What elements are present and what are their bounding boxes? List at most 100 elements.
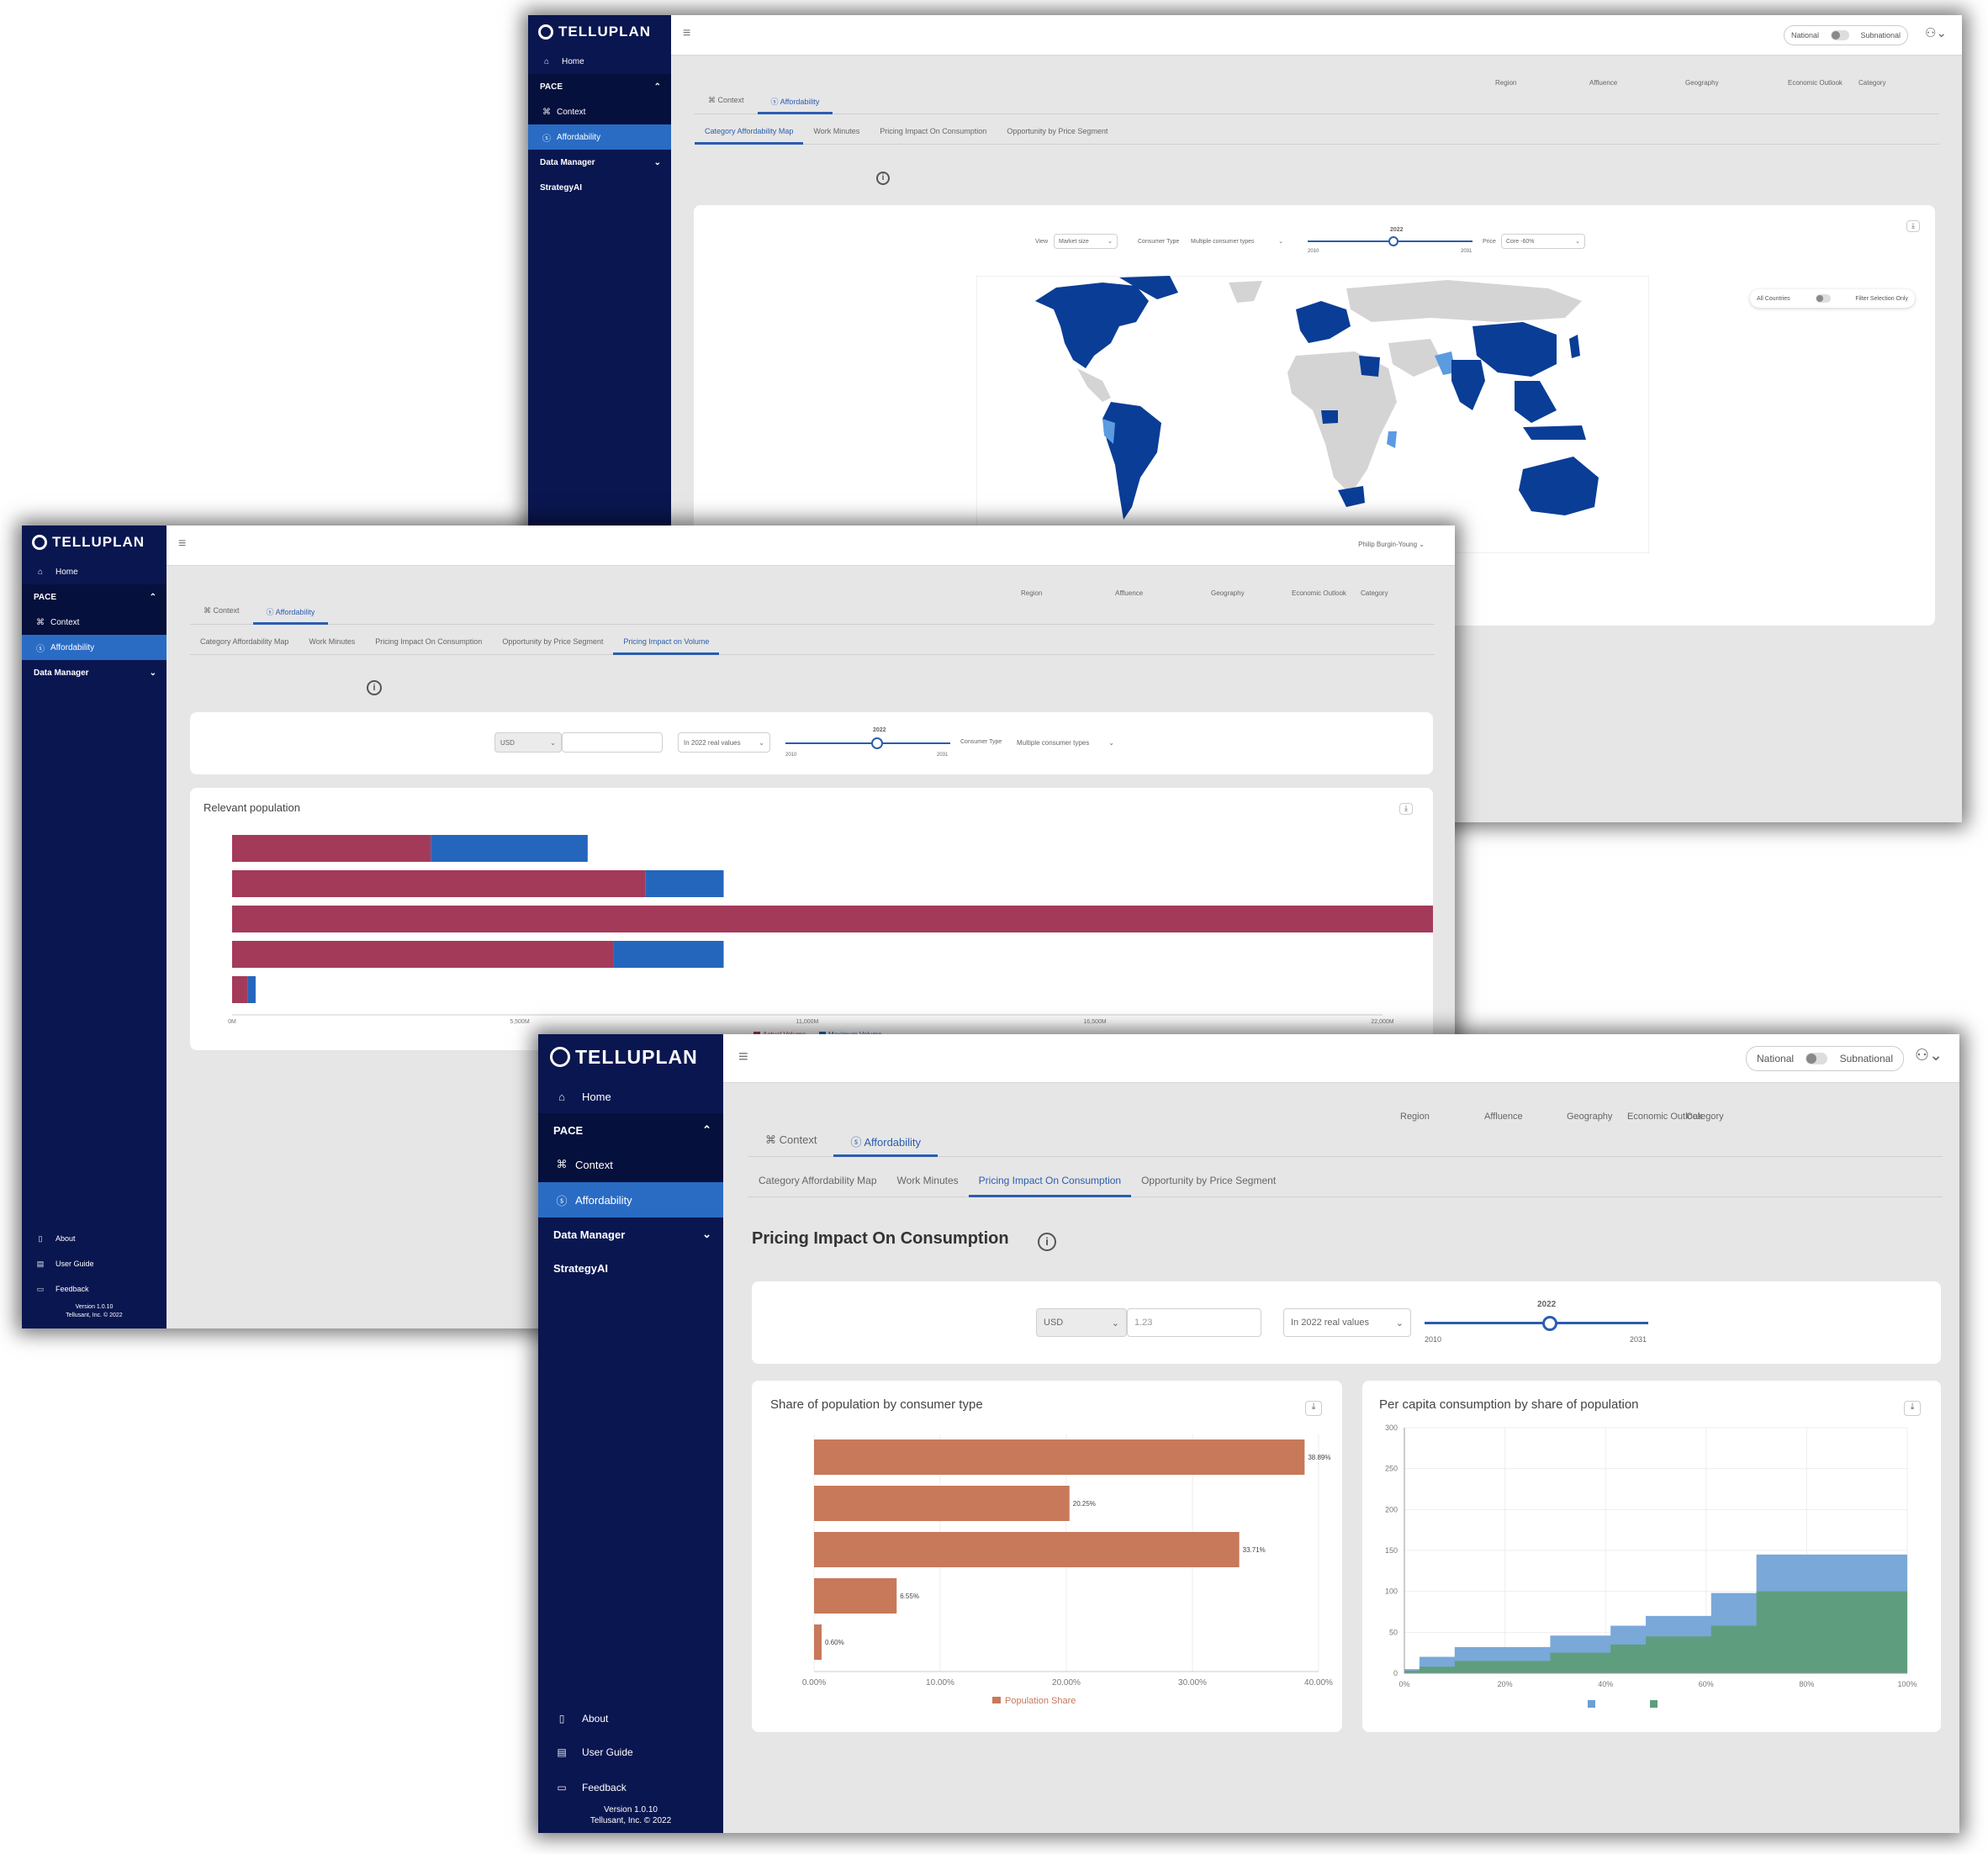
tab-context[interactable]: ⌘ Context: [748, 1123, 833, 1156]
chat-icon: ▭: [36, 1284, 45, 1293]
download-icon[interactable]: ⤓: [1906, 220, 1920, 232]
tab-pricing-impact-consumption[interactable]: Pricing Impact On Consumption: [365, 631, 492, 654]
map-egypt[interactable]: [1359, 356, 1380, 377]
home-icon: ⌂: [37, 567, 44, 577]
filter-geography[interactable]: Geography: [1211, 589, 1245, 597]
sidebar-item-user-guide[interactable]: ▤ User Guide: [538, 1737, 723, 1767]
tab-affordability[interactable]: ⓢ Affordability: [252, 600, 329, 625]
top-tabs: ⌘ Context ⓢ Affordability: [748, 1123, 1943, 1157]
y-tick-label: 200: [1385, 1505, 1398, 1513]
currency-select[interactable]: USD ⌄: [1036, 1308, 1127, 1337]
sidebar-section-pace[interactable]: PACE ⌃: [538, 1113, 723, 1147]
sidebar-item-feedback[interactable]: ▭ Feedback: [22, 1277, 167, 1301]
sidebar-item-affordability[interactable]: ⓢ Affordability: [22, 635, 167, 660]
filter-affluence[interactable]: Affluence: [1589, 79, 1617, 87]
tab-pricing-impact-volume[interactable]: Pricing Impact on Volume: [613, 631, 720, 655]
year-slider[interactable]: [1425, 1322, 1648, 1324]
x-tick-label: 20.00%: [1052, 1678, 1081, 1688]
filter-region[interactable]: Region: [1495, 79, 1516, 87]
tab-opportunity-price-segment[interactable]: Opportunity by Price Segment: [997, 121, 1118, 144]
user-icon[interactable]: ⚇⌄: [1915, 1046, 1943, 1065]
tab-work-minutes[interactable]: Work Minutes: [299, 631, 365, 654]
menu-icon[interactable]: ≡: [178, 536, 186, 552]
sidebar-item-strategyai[interactable]: StrategyAI: [528, 175, 671, 200]
national-subnational-toggle[interactable]: National Subnational: [1784, 25, 1908, 45]
tab-affordability[interactable]: ⓢ Affordability: [757, 89, 833, 114]
real-values-select[interactable]: In 2022 real values ⌄: [1283, 1308, 1411, 1337]
tab-category-affordability-map[interactable]: Category Affordability Map: [695, 121, 804, 145]
sidebar-section-data-manager[interactable]: Data Manager ⌄: [538, 1218, 723, 1251]
sidebar-item-about[interactable]: ▯ About: [538, 1703, 723, 1734]
sidebar-item-context[interactable]: ⌘ Context: [22, 610, 167, 635]
tab-context[interactable]: ⌘ Context: [695, 89, 758, 114]
info-icon[interactable]: i: [1038, 1233, 1056, 1251]
price-input[interactable]: [562, 732, 663, 753]
bar-actual-volume: [232, 835, 431, 862]
x-tick-label: 0M: [228, 1019, 236, 1025]
year-slider-knob[interactable]: [1388, 236, 1398, 246]
menu-icon[interactable]: ≡: [738, 1048, 748, 1067]
national-subnational-toggle[interactable]: National Subnational: [1746, 1046, 1904, 1071]
sidebar-item-about[interactable]: ▯ About: [22, 1227, 167, 1250]
filter-category[interactable]: Category: [1858, 79, 1885, 87]
world-map[interactable]: [976, 276, 1649, 553]
filter-geography[interactable]: Geography: [1567, 1112, 1612, 1122]
filter-region[interactable]: Region: [1400, 1112, 1430, 1122]
user-icon[interactable]: ⚇⌄: [1925, 25, 1947, 40]
filter-affluence[interactable]: Affluence: [1484, 1112, 1523, 1122]
info-icon[interactable]: i: [876, 172, 890, 185]
tab-context[interactable]: ⌘ Context: [190, 600, 253, 624]
sidebar-item-home[interactable]: ⌂ Home: [528, 49, 671, 74]
relevant-population-chart: 0M5,500M11,000M16,500M22,000MActual Volu…: [228, 835, 1433, 1038]
all-countries-toggle[interactable]: All Countries Filter Selection Only: [1750, 289, 1915, 308]
filter-category[interactable]: Category: [1686, 1112, 1724, 1122]
dollar-circle-icon: ⓢ: [266, 608, 276, 616]
tab-opportunity-price-segment[interactable]: Opportunity by Price Segment: [492, 631, 613, 654]
map-nigeria[interactable]: [1321, 410, 1338, 424]
sidebar-item-affordability[interactable]: ⓢ Affordability: [538, 1182, 723, 1218]
user-name[interactable]: Philip Burgin-Young ⌄: [1358, 541, 1425, 548]
sidebar-item-home[interactable]: ⌂ Home: [22, 559, 167, 584]
sidebar-item-feedback[interactable]: ▭ Feedback: [538, 1772, 723, 1803]
currency-select[interactable]: USD ⌄: [494, 732, 562, 753]
real-values-select[interactable]: In 2022 real values ⌄: [678, 732, 770, 753]
x-tick-label: 10.00%: [926, 1678, 954, 1688]
sidebar-item-affordability[interactable]: ⓢ Affordability: [528, 124, 671, 150]
sidebar-item-context[interactable]: ⌘ Context: [528, 99, 671, 124]
sidebar-item-user-guide[interactable]: ▤ User Guide: [22, 1252, 167, 1276]
year-slider[interactable]: [785, 742, 950, 744]
filter-affluence[interactable]: Affluence: [1115, 589, 1143, 597]
map-indonesia[interactable]: [1523, 425, 1586, 440]
sidebar-section-pace[interactable]: PACE ⌃: [528, 74, 671, 99]
tab-pricing-impact-consumption[interactable]: Pricing Impact On Consumption: [968, 1165, 1132, 1197]
consumer-type-select[interactable]: Multiple consumer types ⌄: [1013, 734, 1118, 751]
chevron-down-icon: ⌄: [1278, 239, 1283, 245]
consumer-type-select[interactable]: Multiple consumer types ⌄: [1187, 234, 1287, 249]
info-icon[interactable]: i: [367, 680, 382, 695]
year-slider-knob[interactable]: [871, 737, 883, 749]
filter-economic-outlook[interactable]: Economic Outlook: [1292, 589, 1346, 597]
tab-category-affordability-map[interactable]: Category Affordability Map: [748, 1165, 887, 1196]
filter-category[interactable]: Category: [1361, 589, 1388, 597]
tab-work-minutes[interactable]: Work Minutes: [803, 121, 870, 144]
dollar-circle-icon: ⓢ: [770, 98, 780, 106]
sidebar-item-context[interactable]: ⌘ Context: [538, 1147, 723, 1182]
tab-affordability[interactable]: ⓢ Affordability: [833, 1123, 938, 1157]
sidebar-section-data-manager[interactable]: Data Manager ⌄: [528, 150, 671, 175]
sidebar-section-data-manager[interactable]: Data Manager ⌄: [22, 660, 167, 685]
tab-category-affordability-map[interactable]: Category Affordability Map: [190, 631, 299, 654]
sidebar-section-pace[interactable]: PACE ⌃: [22, 584, 167, 610]
price-input[interactable]: 1.23: [1127, 1308, 1261, 1337]
year-slider-knob[interactable]: [1542, 1316, 1557, 1331]
price-select[interactable]: Core -60% ⌄: [1501, 234, 1585, 249]
sidebar-item-strategyai[interactable]: StrategyAI: [538, 1251, 723, 1285]
sidebar-item-home[interactable]: ⌂ Home: [538, 1080, 723, 1113]
filter-geography[interactable]: Geography: [1685, 79, 1719, 87]
tab-opportunity-price-segment[interactable]: Opportunity by Price Segment: [1131, 1165, 1286, 1196]
tab-pricing-impact-consumption[interactable]: Pricing Impact On Consumption: [870, 121, 997, 144]
filter-region[interactable]: Region: [1021, 589, 1042, 597]
view-select[interactable]: Market size ⌄: [1054, 234, 1118, 249]
menu-icon[interactable]: ≡: [683, 26, 690, 41]
tab-work-minutes[interactable]: Work Minutes: [887, 1165, 969, 1196]
filter-economic-outlook[interactable]: Economic Outlook: [1788, 79, 1843, 87]
